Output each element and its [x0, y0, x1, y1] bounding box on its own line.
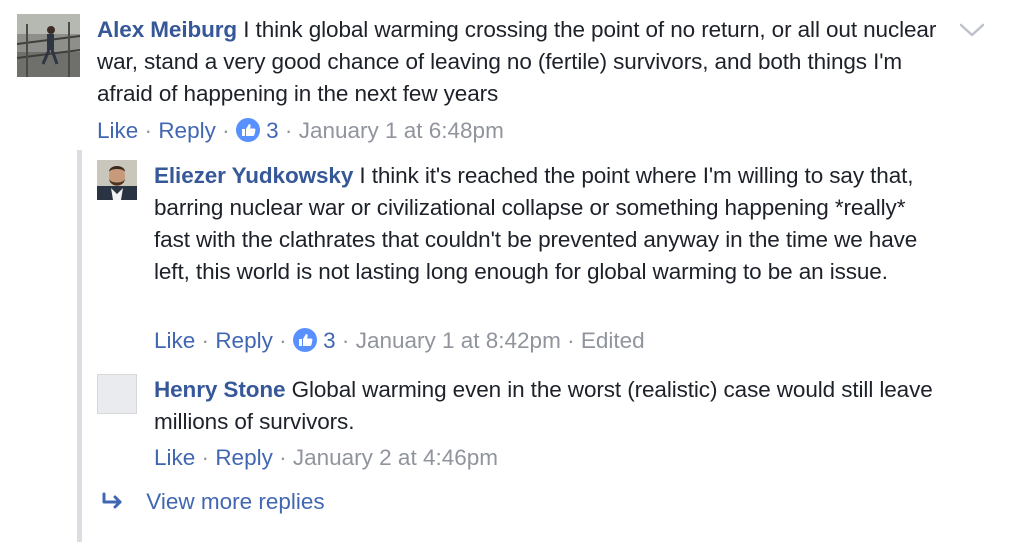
view-more-replies-button[interactable]: View more replies — [100, 486, 325, 520]
comment-actions: Like · Reply · 3 · January 1 at 6:48pm — [97, 116, 504, 146]
comment-actions: Like · Reply · January 2 at 4:46pm — [154, 443, 498, 473]
separator: · — [201, 445, 210, 470]
edited-label[interactable]: Edited — [581, 328, 645, 353]
avatar[interactable] — [17, 14, 80, 77]
separator: · — [567, 328, 575, 353]
separator: · — [144, 118, 153, 143]
reaction-count: 3 — [323, 328, 336, 353]
thumbs-up-icon — [235, 118, 260, 142]
like-link[interactable]: Like — [97, 118, 138, 143]
reply-arrow-icon — [100, 488, 126, 520]
comment-author[interactable]: Eliezer Yudkowsky — [154, 163, 353, 188]
avatar[interactable] — [97, 374, 137, 414]
reply-link[interactable]: Reply — [215, 445, 273, 470]
comment-body: Henry Stone Global warming even in the w… — [154, 374, 944, 438]
comment-body: Alex Meiburg I think global warming cros… — [97, 14, 937, 110]
reaction-count: 3 — [266, 118, 279, 143]
comment-actions: Like · Reply · 3 · January 1 at 8:42pm ·… — [154, 326, 645, 356]
like-link[interactable]: Like — [154, 328, 195, 353]
thumbs-up-icon — [292, 328, 317, 352]
view-more-replies-label: View more replies — [146, 489, 325, 514]
comment-author[interactable]: Alex Meiburg — [97, 17, 237, 42]
chevron-down-icon[interactable] — [958, 20, 986, 40]
reply-thread-line — [77, 150, 82, 542]
avatar[interactable] — [97, 160, 137, 200]
reaction-summary[interactable]: 3 — [235, 118, 285, 143]
separator: · — [222, 118, 230, 143]
comment-timestamp[interactable]: January 1 at 8:42pm — [356, 328, 561, 353]
comment-author[interactable]: Henry Stone — [154, 377, 286, 402]
separator: · — [341, 328, 350, 353]
reply-link[interactable]: Reply — [158, 118, 216, 143]
separator: · — [284, 118, 293, 143]
comment-body: Eliezer Yudkowsky I think it's reached t… — [154, 160, 944, 288]
reaction-summary[interactable]: 3 — [292, 328, 342, 353]
like-link[interactable]: Like — [154, 445, 195, 470]
comment-timestamp[interactable]: January 2 at 4:46pm — [293, 445, 498, 470]
separator: · — [279, 445, 287, 470]
comment-timestamp[interactable]: January 1 at 6:48pm — [299, 118, 504, 143]
separator: · — [279, 328, 287, 353]
reply-link[interactable]: Reply — [215, 328, 273, 353]
separator: · — [201, 328, 210, 353]
